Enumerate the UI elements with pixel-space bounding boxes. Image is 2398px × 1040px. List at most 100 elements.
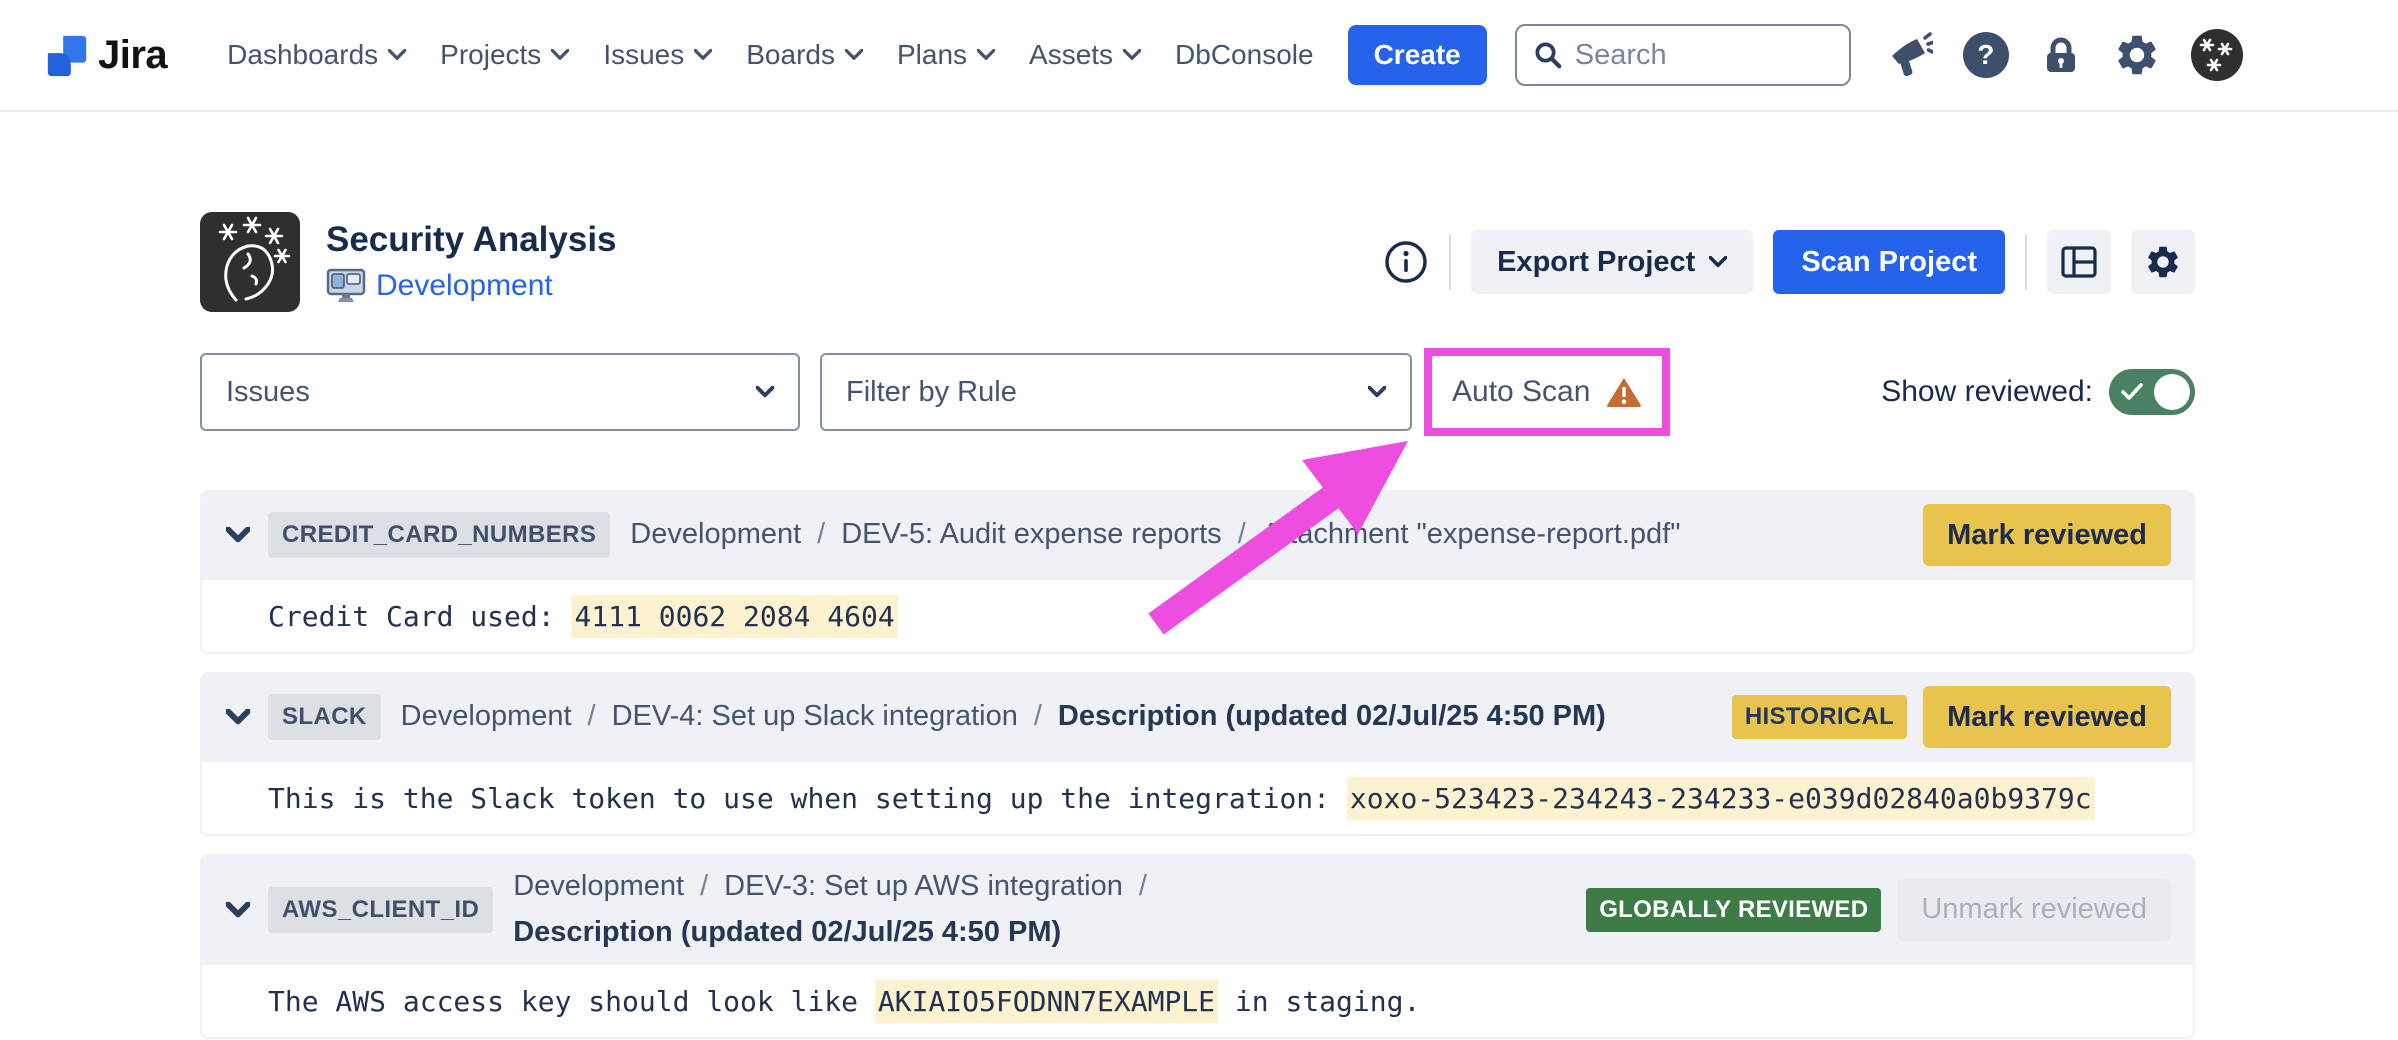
crumb-location: Attachment "expense-report.pdf" bbox=[1262, 516, 1681, 554]
crumb-separator: / bbox=[700, 868, 708, 906]
scan-project-button[interactable]: Scan Project bbox=[1773, 230, 2005, 294]
project-settings-icon[interactable] bbox=[2131, 230, 2195, 294]
crumb-separator: / bbox=[588, 698, 596, 736]
rule-badge: CREDIT_CARD_NUMBERS bbox=[268, 512, 610, 558]
chevron-down-icon bbox=[694, 49, 712, 61]
secret-highlight: xoxo-523423-234243-234233-e039d02840a0b9… bbox=[1347, 777, 2095, 820]
nav-item-dashboards[interactable]: Dashboards bbox=[227, 39, 406, 71]
nav-label: Assets bbox=[1029, 39, 1113, 71]
chevron-down-icon bbox=[388, 49, 406, 61]
snippet-text: Credit Card used: bbox=[268, 600, 571, 633]
top-navbar: Jira Dashboards Projects Issues Boards P… bbox=[0, 0, 2398, 112]
crumb-project: Development bbox=[401, 698, 572, 736]
breadcrumb: Development / DEV-5: Audit expense repor… bbox=[630, 516, 1680, 554]
page-title: Security Analysis bbox=[326, 220, 617, 260]
toggle-knob bbox=[2154, 374, 2190, 410]
historical-badge: HISTORICAL bbox=[1732, 695, 1907, 739]
show-reviewed-toggle[interactable] bbox=[2109, 369, 2195, 415]
auto-scan-button[interactable]: Auto Scan bbox=[1452, 375, 1590, 409]
development-project-icon bbox=[326, 268, 366, 304]
crumb-issue: DEV-4: Set up Slack integration bbox=[612, 698, 1018, 736]
info-icon[interactable] bbox=[1383, 239, 1429, 285]
crumb-location: Description (updated 02/Jul/25 4:50 PM) bbox=[1058, 698, 1606, 736]
rule-badge: SLACK bbox=[268, 694, 381, 740]
help-icon[interactable]: ? bbox=[1963, 32, 2009, 78]
finding-content: This is the Slack token to use when sett… bbox=[200, 762, 2195, 836]
help-glyph: ? bbox=[1977, 39, 1994, 71]
crumb-separator: / bbox=[1139, 868, 1147, 906]
crumb-separator: / bbox=[817, 516, 825, 554]
finding-card-credit-card: CREDIT_CARD_NUMBERS Development / DEV-5:… bbox=[200, 490, 2195, 654]
header-actions: Export Project Scan Project bbox=[1383, 230, 2195, 294]
nav-item-projects[interactable]: Projects bbox=[440, 39, 569, 71]
divider bbox=[2025, 234, 2027, 290]
finding-snippet: This is the Slack token to use when sett… bbox=[268, 782, 2095, 815]
search-box[interactable] bbox=[1515, 24, 1851, 86]
nav-item-assets[interactable]: Assets bbox=[1029, 39, 1141, 71]
findings-list: CREDIT_CARD_NUMBERS Development / DEV-5:… bbox=[200, 490, 2195, 1039]
annotation-highlight-box: Auto Scan bbox=[1424, 348, 1670, 436]
chevron-down-icon bbox=[756, 386, 774, 398]
user-avatar[interactable] bbox=[2191, 29, 2243, 81]
crumb-separator: / bbox=[1034, 698, 1042, 736]
detail-view-icon[interactable] bbox=[2047, 230, 2111, 294]
warning-icon bbox=[1606, 375, 1642, 409]
snippet-text: This is the Slack token to use when sett… bbox=[268, 782, 1347, 815]
nav-label: Projects bbox=[440, 39, 541, 71]
crumb-project: Development bbox=[513, 868, 684, 906]
project-breadcrumb-link[interactable]: Development bbox=[376, 269, 553, 303]
chevron-down-icon bbox=[1123, 49, 1141, 61]
unmark-reviewed-button[interactable]: Unmark reviewed bbox=[1897, 879, 2171, 941]
lock-icon[interactable] bbox=[2039, 33, 2083, 77]
chevron-down-icon[interactable] bbox=[226, 709, 250, 725]
export-project-button[interactable]: Export Project bbox=[1471, 230, 1753, 294]
nav-item-boards[interactable]: Boards bbox=[746, 39, 863, 71]
page-header: Security Analysis Development Export Pro… bbox=[200, 212, 2195, 312]
nav-label: Boards bbox=[746, 39, 835, 71]
nav-item-issues[interactable]: Issues bbox=[603, 39, 712, 71]
filters-row: Issues Filter by Rule Auto Scan Show rev… bbox=[200, 348, 2195, 436]
nav-label: Dashboards bbox=[227, 39, 378, 71]
divider bbox=[1449, 234, 1451, 290]
nav-item-plans[interactable]: Plans bbox=[897, 39, 995, 71]
finding-card-aws: AWS_CLIENT_ID Development / DEV-3: Set u… bbox=[200, 854, 2195, 1039]
finding-content: Credit Card used: 4111 0062 2084 4604 bbox=[200, 580, 2195, 654]
rule-select-placeholder: Filter by Rule bbox=[846, 376, 1017, 409]
secret-highlight: 4111 0062 2084 4604 bbox=[571, 595, 897, 638]
nav-label: Plans bbox=[897, 39, 967, 71]
crumb-separator: / bbox=[1238, 516, 1246, 554]
rule-badge: AWS_CLIENT_ID bbox=[268, 887, 493, 933]
chevron-down-icon bbox=[977, 49, 995, 61]
issues-select[interactable]: Issues bbox=[200, 353, 800, 431]
export-project-label: Export Project bbox=[1497, 246, 1695, 279]
search-input[interactable] bbox=[1575, 39, 1805, 72]
globally-reviewed-badge: GLOBALLY REVIEWED bbox=[1586, 888, 1881, 932]
nav-item-dbconsole[interactable]: DbConsole bbox=[1175, 39, 1314, 71]
nav-label: DbConsole bbox=[1175, 39, 1314, 71]
finding-header: AWS_CLIENT_ID Development / DEV-3: Set u… bbox=[200, 854, 2195, 965]
snippet-text: in staging. bbox=[1218, 985, 1420, 1018]
check-icon bbox=[2119, 380, 2145, 404]
breadcrumb: Development / DEV-4: Set up Slack integr… bbox=[401, 698, 1606, 736]
mark-reviewed-button[interactable]: Mark reviewed bbox=[1923, 504, 2171, 566]
create-button[interactable]: Create bbox=[1348, 25, 1487, 85]
finding-header: CREDIT_CARD_NUMBERS Development / DEV-5:… bbox=[200, 490, 2195, 580]
chevron-down-icon bbox=[1368, 386, 1386, 398]
issues-select-value: Issues bbox=[226, 376, 310, 409]
jira-logo[interactable]: Jira bbox=[44, 32, 167, 78]
chevron-down-icon bbox=[845, 49, 863, 61]
announcement-icon[interactable] bbox=[1885, 31, 1933, 79]
crumb-location: Description (updated 02/Jul/25 4:50 PM) bbox=[513, 914, 1061, 952]
chevron-down-icon[interactable] bbox=[226, 902, 250, 918]
brand-text: Jira bbox=[98, 33, 167, 78]
chevron-down-icon bbox=[551, 49, 569, 61]
settings-icon[interactable] bbox=[2113, 31, 2161, 79]
finding-snippet: The AWS access key should look like AKIA… bbox=[268, 985, 1420, 1018]
finding-snippet: Credit Card used: 4111 0062 2084 4604 bbox=[268, 600, 898, 633]
rule-filter-select[interactable]: Filter by Rule bbox=[820, 353, 1412, 431]
mark-reviewed-button[interactable]: Mark reviewed bbox=[1923, 686, 2171, 748]
show-reviewed-label: Show reviewed: bbox=[1881, 375, 2093, 409]
finding-card-slack: SLACK Development / DEV-4: Set up Slack … bbox=[200, 672, 2195, 836]
finding-content: The AWS access key should look like AKIA… bbox=[200, 965, 2195, 1039]
chevron-down-icon[interactable] bbox=[226, 527, 250, 543]
